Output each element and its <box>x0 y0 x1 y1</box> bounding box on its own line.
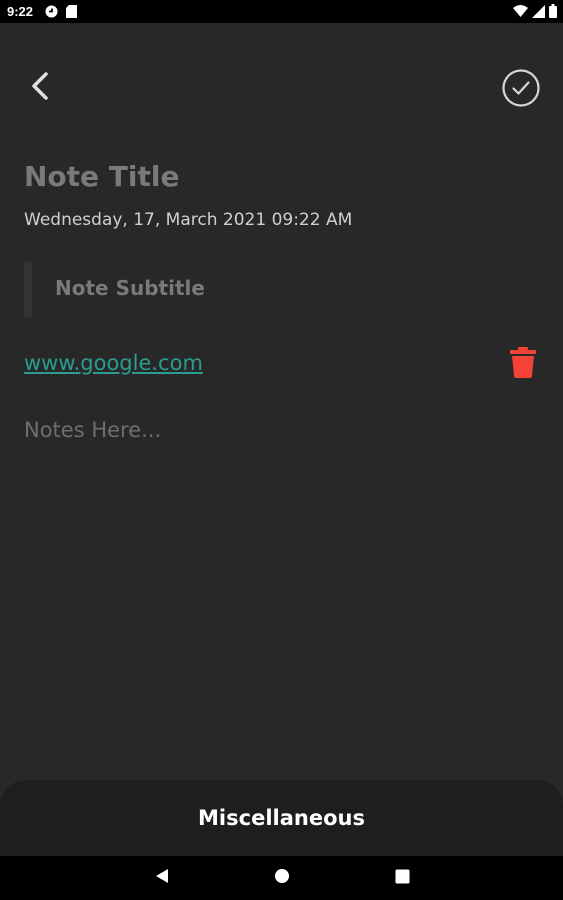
save-note-button[interactable] <box>501 68 541 112</box>
back-button[interactable] <box>22 70 58 106</box>
delete-url-button[interactable] <box>508 346 538 382</box>
note-title-input[interactable]: Note Title <box>24 160 179 193</box>
status-notification-icons <box>45 5 77 21</box>
status-time: 9:22 <box>7 4 34 19</box>
note-date: Wednesday, 17, March 2021 09:22 AM <box>24 210 353 230</box>
status-bar: 9:22 <box>0 0 563 23</box>
media-icon <box>45 5 58 21</box>
wifi-icon <box>513 5 528 20</box>
status-system-icons <box>513 4 557 21</box>
navigation-bar <box>0 856 563 900</box>
note-editor-screen: 9:22 Note Title Wednesday, 17, March 202… <box>0 0 563 900</box>
nav-back-button[interactable] <box>140 856 184 900</box>
signal-icon <box>532 4 545 21</box>
triangle-back-icon <box>154 868 170 888</box>
subtitle-indicator-bar <box>24 261 32 317</box>
circle-home-icon <box>274 868 290 888</box>
chevron-left-icon <box>29 71 51 105</box>
check-circle-icon <box>501 68 541 112</box>
note-body-input[interactable] <box>22 408 546 452</box>
nav-home-button[interactable] <box>260 856 304 900</box>
nav-recents-button[interactable] <box>380 856 424 900</box>
note-subtitle-input[interactable]: Note Subtitle <box>55 276 205 300</box>
trash-icon <box>510 346 536 382</box>
web-url-link[interactable]: www.google.com <box>24 351 203 375</box>
miscellaneous-label: Miscellaneous <box>198 806 365 830</box>
battery-icon <box>549 4 557 21</box>
sd-card-icon <box>66 5 77 21</box>
square-recents-icon <box>395 869 410 888</box>
miscellaneous-sheet[interactable]: Miscellaneous <box>0 780 563 856</box>
